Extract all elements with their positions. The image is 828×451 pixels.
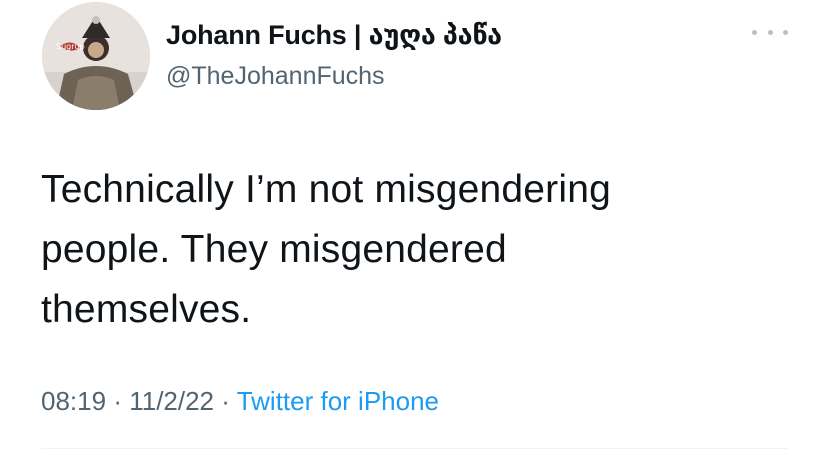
meta-separator: ·	[113, 386, 130, 416]
tweet-text: Technically I’m not misgendering people.…	[41, 168, 611, 331]
avatar[interactable]: Sugrup	[42, 2, 150, 110]
author-handle[interactable]: @TheJohannFuchs	[166, 62, 385, 91]
author-display-name[interactable]: Johann Fuchs | აუღა პაწა	[166, 20, 502, 51]
more-dot	[767, 29, 773, 35]
meta-separator: ·	[221, 386, 237, 416]
tweet-source-link[interactable]: Twitter for iPhone	[237, 386, 439, 416]
tweet: Sugrup Johann Fuchs | აუღა პაწა @TheJoha…	[0, 0, 828, 451]
more-options-icon[interactable]	[752, 22, 788, 42]
more-dot	[783, 29, 788, 35]
tweet-date[interactable]: 11/2/22	[129, 386, 214, 416]
tweet-meta: 08:19 · 11/2/22 · Twitter for iPhone	[41, 386, 439, 417]
svg-text:Sugrup: Sugrup	[56, 42, 85, 51]
divider	[41, 448, 788, 449]
more-dot	[752, 29, 757, 35]
tweet-time[interactable]: 08:19	[41, 386, 106, 416]
